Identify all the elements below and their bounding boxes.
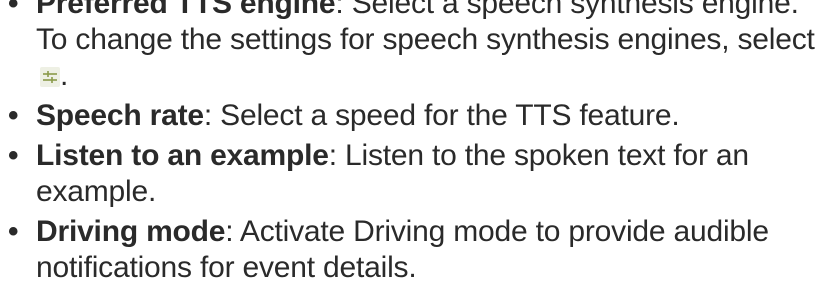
bullet: •	[8, 139, 19, 172]
item-term: Speech rate	[36, 99, 204, 132]
item-tail: .	[60, 59, 69, 92]
list-item-driving-mode: • Driving mode: Activate Driving mode to…	[0, 214, 820, 286]
list-item-preferred-tts-engine: • Preferred TTS engine: Select a speech …	[0, 0, 820, 94]
item-separator: :	[203, 99, 213, 132]
settings-description-list: • Preferred TTS engine: Select a speech …	[0, 0, 820, 290]
bullet: •	[8, 0, 19, 20]
item-term: Listen to an example	[36, 139, 329, 172]
bullet: •	[8, 99, 19, 132]
settings-sliders-icon	[40, 60, 60, 87]
item-separator: :	[335, 0, 344, 20]
item-description: Select a speed for the TTS feature.	[212, 99, 680, 132]
list-item-speech-rate: • Speech rate: Select a speed for the TT…	[0, 98, 820, 134]
item-term: Driving mode	[36, 215, 226, 248]
item-separator: :	[328, 139, 337, 172]
bullet: •	[8, 215, 19, 248]
list-item-listen-to-an-example: • Listen to an example: Listen to the sp…	[0, 138, 820, 210]
item-term: Preferred TTS engine	[36, 0, 336, 20]
